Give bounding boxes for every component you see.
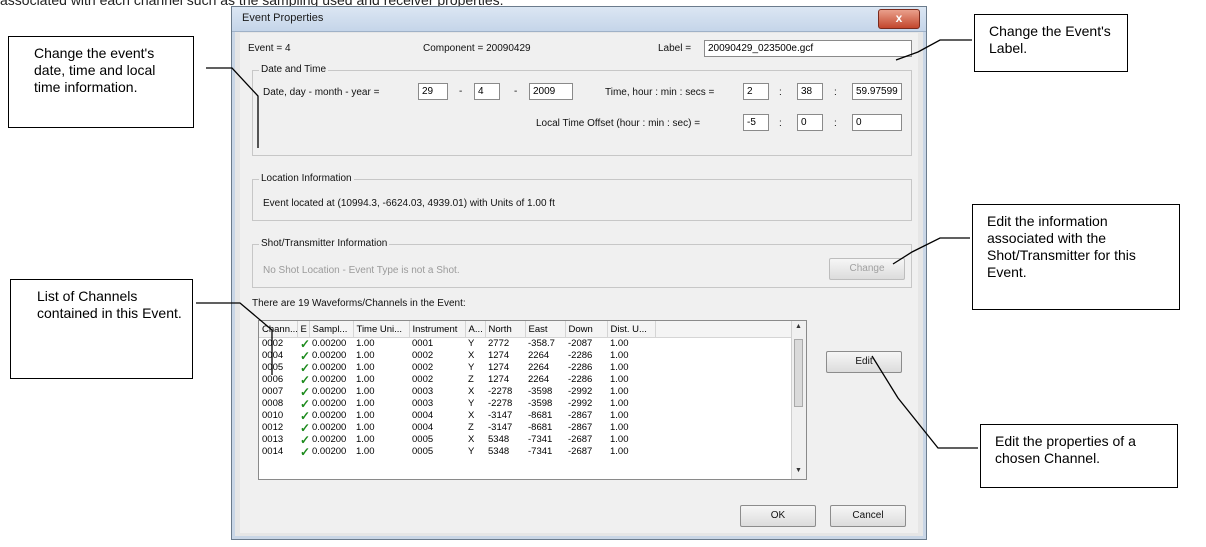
connector-channels (196, 302, 273, 375)
connector-edit (871, 355, 978, 449)
connector-date-time (206, 67, 259, 148)
callout-connectors (196, 39, 978, 449)
connector-label (895, 39, 972, 61)
connector-shot (892, 237, 970, 265)
